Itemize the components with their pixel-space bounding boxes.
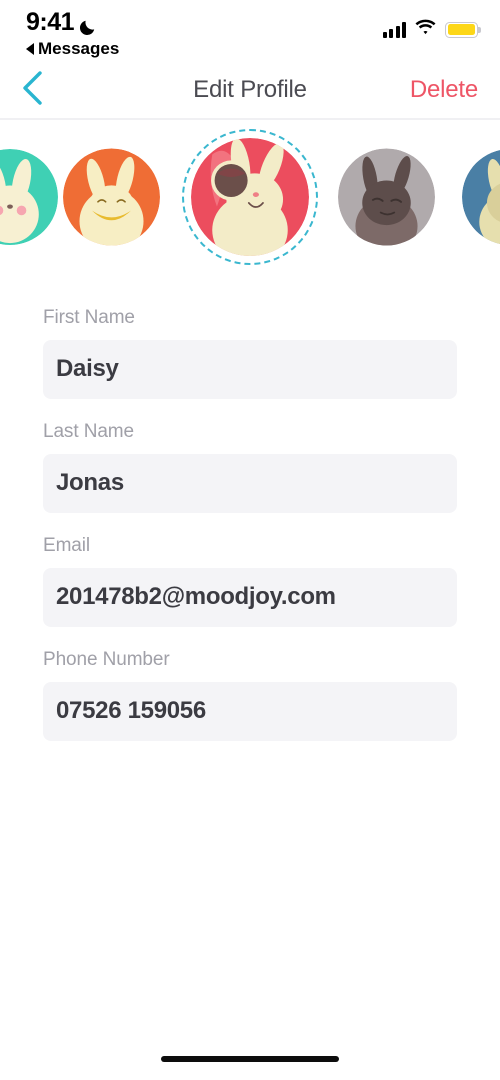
field-first-name: First Name Daisy [43,307,457,399]
avatar-slot-3[interactable] [338,148,435,246]
last-name-label: Last Name [43,420,134,442]
status-bar-time: 9:41 [26,8,75,36]
avatar-slot-0[interactable] [0,149,58,245]
email-value: 201478b2@moodjoy.com [56,583,336,610]
first-name-value: Daisy [56,355,119,382]
home-indicator[interactable] [161,1056,339,1062]
status-bar-right [382,19,481,40]
navigation-bar: Edit Profile Delete [0,62,500,118]
edit-profile-screen: 9:41 Messages Edit Profile Delete First … [0,0,500,1080]
avatar-slot-1[interactable] [63,148,160,246]
status-bar-back-to-messages[interactable]: Messages [26,39,119,59]
avatar-orange-bunny[interactable] [63,148,160,246]
back-button[interactable] [10,68,54,112]
first-name-label: First Name [43,306,135,328]
last-name-input[interactable]: Jonas [43,453,457,513]
status-bar: 9:41 Messages [0,0,500,62]
avatar-carousel[interactable] [0,120,500,275]
first-name-input[interactable]: Daisy [43,339,457,399]
field-last-name: Last Name Jonas [43,421,457,513]
phone-label: Phone Number [43,648,170,670]
field-email: Email 201478b2@moodjoy.com [43,535,457,627]
avatar-slot-4[interactable] [462,149,500,245]
page-title: Edit Profile [193,76,307,103]
phone-input[interactable]: 07526 159056 [43,681,457,741]
last-name-value: Jonas [56,469,124,496]
field-phone: Phone Number 07526 159056 [43,649,457,741]
chevron-left-icon [21,70,43,110]
avatar-teal-bunny[interactable] [0,149,58,245]
status-bar-time-group: 9:41 [26,8,119,37]
avatar-selection-ring [182,129,318,265]
profile-form: First Name Daisy Last Name Jonas Email 2… [0,307,500,741]
avatar-blue-bunny[interactable] [462,149,500,245]
avatar-slot-2[interactable] [182,129,318,265]
battery-icon [445,21,481,38]
moon-icon [79,14,98,36]
wifi-icon [415,19,436,40]
email-label: Email [43,534,91,556]
avatar-gray-bunny[interactable] [338,148,435,246]
email-input[interactable]: 201478b2@moodjoy.com [43,567,457,627]
cellular-signal-icon [382,21,406,38]
delete-button[interactable]: Delete [410,76,478,104]
status-bar-back-label: Messages [38,39,120,58]
phone-value: 07526 159056 [56,697,206,724]
status-bar-left: 9:41 Messages [26,8,119,59]
triangle-left-icon [26,43,34,55]
